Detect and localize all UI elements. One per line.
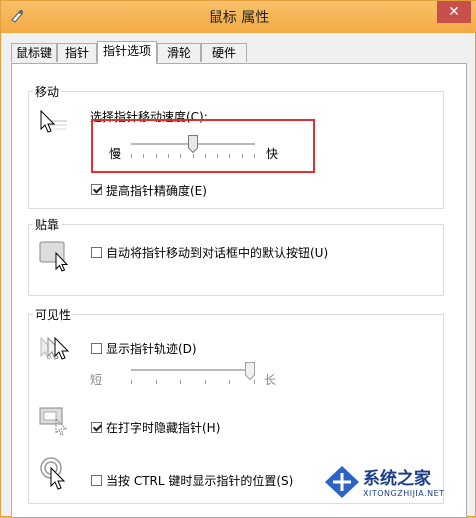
trails-slider-track — [131, 369, 255, 372]
snap-group-label: 贴靠 — [33, 216, 62, 233]
snap-checkbox[interactable] — [91, 247, 102, 258]
close-button[interactable]: ✕ — [437, 1, 471, 23]
hide-while-typing-label[interactable]: 在打字时隐藏指针(H) — [106, 419, 220, 436]
trails-checkbox[interactable] — [91, 343, 102, 354]
hide-while-typing-checkbox[interactable] — [91, 422, 102, 433]
hide-pointer-icon — [39, 407, 68, 436]
highlight-box — [91, 119, 315, 173]
watermark: 系统之家 XITONGZHIJIA.NET — [321, 462, 471, 506]
mouse-properties-window: 鼠标 属性 ✕ 鼠标键 指针 指针选项 滑轮 硬件 移动 选择指针移动速度(C)… — [0, 0, 476, 518]
snap-label[interactable]: 自动将指针移动到对话框中的默认按钮(U) — [106, 244, 328, 261]
ctrl-location-label[interactable]: 当按 CTRL 键时显示指针的位置(S) — [106, 472, 293, 489]
pointer-location-icon — [40, 457, 66, 490]
motion-group-label: 移动 — [33, 83, 62, 100]
watermark-subtext: XITONGZHIJIA.NET — [363, 489, 445, 498]
slider-tick — [205, 380, 206, 384]
watermark-text: 系统之家 — [363, 469, 431, 489]
pointer-speed-icon — [40, 109, 67, 133]
slider-tick — [229, 380, 230, 384]
pointer-trails-icon — [40, 336, 70, 360]
trails-label[interactable]: 显示指针轨迹(D) — [106, 340, 197, 357]
watermark-logo-icon — [325, 466, 359, 498]
slider-tick — [254, 380, 255, 384]
slider-tick — [180, 380, 181, 384]
trails-slider-ticks — [131, 380, 255, 385]
precision-checkbox[interactable] — [91, 184, 102, 195]
snap-to-button-icon — [39, 241, 69, 272]
tab-pointers[interactable]: 指针 — [57, 43, 97, 62]
tab-pointer-options[interactable]: 指针选项 — [97, 41, 157, 64]
visibility-group-label: 可见性 — [33, 306, 74, 323]
title-bar[interactable]: 鼠标 属性 ✕ — [1, 1, 476, 33]
tab-wheel[interactable]: 滑轮 — [157, 43, 201, 62]
trails-slider-thumb[interactable] — [245, 362, 255, 380]
window-title: 鼠标 属性 — [208, 10, 270, 26]
ctrl-location-checkbox[interactable] — [91, 475, 102, 486]
slider-tick — [156, 380, 157, 384]
long-label: 长 — [264, 373, 277, 387]
tab-buttons[interactable]: 鼠标键 — [11, 43, 57, 62]
slider-tick — [131, 380, 132, 384]
short-label: 短 — [90, 373, 103, 387]
precision-label[interactable]: 提高指针精确度(E) — [106, 182, 207, 199]
tab-hardware[interactable]: 硬件 — [201, 43, 247, 62]
